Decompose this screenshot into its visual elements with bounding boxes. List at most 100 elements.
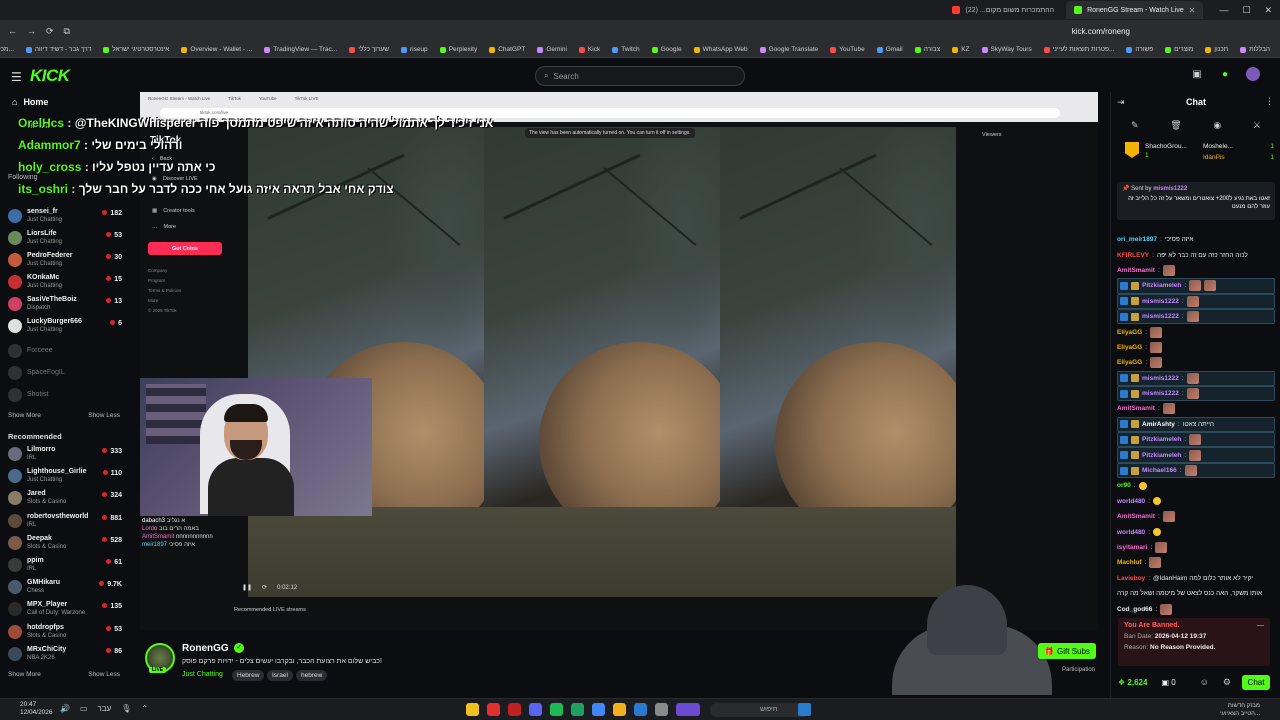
chat-username[interactable]: isyitamari bbox=[1117, 544, 1147, 551]
taskbar-search[interactable]: חיפוש bbox=[710, 703, 810, 717]
minimize-notice-icon[interactable]: — bbox=[1257, 622, 1264, 629]
chat-menu-icon[interactable]: ⋮ bbox=[1265, 96, 1274, 107]
bookmark-item[interactable]: KZ bbox=[952, 46, 970, 53]
sidebar-channel[interactable]: SasiVeTheBoiz Dispatch 13 bbox=[8, 295, 122, 315]
chat-username[interactable]: EliyaGG bbox=[1117, 359, 1142, 366]
back-icon[interactable]: ← bbox=[8, 26, 17, 36]
sidebar-channel-offline[interactable]: Shotist bbox=[8, 386, 122, 406]
chat-send-button[interactable]: Chat bbox=[1242, 675, 1270, 690]
bookmark-item[interactable]: Overview - Wallet - ... bbox=[181, 46, 252, 53]
chat-username[interactable]: world480 bbox=[1117, 529, 1145, 536]
pin-icon[interactable]: ✎ bbox=[1131, 120, 1139, 131]
app-icon[interactable] bbox=[676, 703, 700, 716]
chat-username[interactable]: Cod_god66 bbox=[1117, 606, 1152, 613]
show-more-button[interactable]: Show More bbox=[8, 412, 41, 419]
chat-username[interactable]: mismis1222 bbox=[1142, 375, 1179, 382]
sidebar-recommended-channel[interactable]: GMHikaru Chess 9.7K bbox=[8, 578, 122, 598]
stream-player[interactable]: RonenGG Stream - Watch Live TikTok YouTu… bbox=[140, 92, 1098, 630]
bookmark-item[interactable]: פטרות תוצאות לעייני... bbox=[1043, 46, 1114, 53]
browser-tab-active[interactable]: RonenGG Stream - Watch Live ✕ bbox=[1066, 1, 1204, 19]
url-field[interactable]: kick.com/roneng bbox=[1072, 27, 1130, 36]
bookmark-item[interactable]: riseup bbox=[400, 46, 428, 53]
chat-username[interactable]: EliyaGG bbox=[1117, 344, 1142, 351]
bookmark-item[interactable]: תכנון bbox=[1205, 46, 1228, 53]
streamer-name[interactable]: RonenGG bbox=[182, 643, 229, 654]
comment-icon[interactable]: ◉ bbox=[1213, 120, 1221, 131]
chat-username[interactable]: Lavieboy bbox=[1117, 575, 1145, 582]
sidebar-recommended-channel[interactable]: hotdropfps Slots & Casino 53 bbox=[8, 623, 122, 643]
bookmark-item[interactable]: WhatsApp Web bbox=[693, 46, 748, 53]
gift-subs-button[interactable]: 🎁 Gift Subs bbox=[1038, 643, 1096, 659]
category-link[interactable]: Just Chatting bbox=[182, 671, 223, 678]
bookmark-item[interactable]: דרך גבר - דשיד דיווה bbox=[25, 46, 91, 53]
collapse-chat-icon[interactable]: ⇥ bbox=[1117, 97, 1125, 108]
app-icon[interactable] bbox=[571, 703, 584, 716]
sidebar-channel-offline[interactable]: Forceee bbox=[8, 342, 122, 362]
discord-icon[interactable] bbox=[529, 703, 542, 716]
app-icon[interactable] bbox=[508, 703, 521, 716]
bookmark-item[interactable]: SkyWay Tours bbox=[981, 46, 1032, 53]
bookmark-item[interactable]: Twitch bbox=[612, 46, 640, 53]
search-input[interactable]: ⌕ Search bbox=[535, 66, 745, 86]
chat-username[interactable]: EliyaGG bbox=[1117, 329, 1142, 336]
inbox-icon[interactable]: ▣ bbox=[1190, 67, 1204, 81]
bookmark-item[interactable]: שערוך כללי bbox=[349, 46, 389, 53]
reload-icon[interactable]: ⟳ bbox=[46, 26, 54, 37]
app-icon[interactable] bbox=[655, 703, 668, 716]
chat-username[interactable]: mismis1222 bbox=[1142, 390, 1179, 397]
bookmark-item[interactable]: הבללות bbox=[1240, 46, 1270, 53]
chrome-icon[interactable] bbox=[592, 703, 605, 716]
chat-username[interactable]: AmitSmamit bbox=[1117, 405, 1155, 412]
show-less-button[interactable]: Show Less bbox=[88, 671, 120, 678]
app-icon[interactable] bbox=[634, 703, 647, 716]
bookmark-item[interactable]: Google Translate bbox=[759, 46, 818, 53]
bookmark-item[interactable]: צבורה bbox=[914, 46, 940, 53]
bookmark-item[interactable]: YouTube bbox=[830, 46, 865, 53]
chat-username[interactable]: mismis1222 bbox=[1142, 298, 1179, 305]
emote-picker-icon[interactable]: ☺ bbox=[1200, 677, 1209, 687]
sidebar-recommended-channel[interactable]: MRxChiCity NBA 2K26 86 bbox=[8, 645, 122, 665]
forward-icon[interactable]: → bbox=[27, 26, 36, 36]
avatar[interactable] bbox=[1246, 67, 1260, 81]
tag-hebrew-lower[interactable]: hebrew bbox=[296, 670, 328, 681]
sidebar-recommended-channel[interactable]: Lilmorro IRL 333 bbox=[8, 445, 122, 465]
sidebar-channel[interactable]: LiorsLife Just Chatting 53 bbox=[8, 229, 122, 249]
mic-icon[interactable]: 🎙 bbox=[121, 704, 131, 713]
network-icon[interactable]: ▭ bbox=[80, 704, 88, 713]
chat-username[interactable]: AmitSmamit bbox=[1117, 513, 1155, 520]
tag-israel[interactable]: Israel bbox=[267, 670, 293, 681]
bookmark-item[interactable]: פשורה bbox=[1126, 46, 1153, 53]
kick-coin-icon[interactable]: ● bbox=[1218, 67, 1232, 81]
bookmark-item[interactable]: Perplexity bbox=[439, 46, 477, 53]
language-indicator[interactable]: עבר bbox=[98, 704, 112, 713]
bookmark-item[interactable]: ChatGPT bbox=[489, 46, 525, 53]
minimize-icon[interactable]: — bbox=[1219, 5, 1228, 16]
sidebar-recommended-channel[interactable]: MPX_Player Call of Duty: Warzone 135 bbox=[8, 600, 122, 620]
sidebar-recommended-channel[interactable]: Lighthouse_Girlie Just Chatting 110 bbox=[8, 467, 122, 487]
trash-icon[interactable]: 🗑 bbox=[1170, 120, 1181, 131]
windows-start-icon[interactable] bbox=[798, 703, 811, 716]
sidebar-recommended-channel[interactable]: ppim IRL 61 bbox=[8, 556, 122, 576]
sidebar-recommended-channel[interactable]: robertovstheworld IRL 881 bbox=[8, 512, 122, 532]
chat-username[interactable]: AmirAshty bbox=[1142, 421, 1175, 428]
chat-username[interactable]: Machluf bbox=[1117, 559, 1142, 566]
chat-username[interactable]: KFIRLEVY bbox=[1117, 252, 1149, 259]
system-clock[interactable]: 20:47 12/04/2026 bbox=[20, 701, 53, 717]
chat-username[interactable]: Pitzkiameleh bbox=[1142, 436, 1181, 443]
folder-icon[interactable] bbox=[613, 703, 626, 716]
kick-logo[interactable]: KICK bbox=[30, 66, 70, 86]
chat-username[interactable]: AmitSmamit bbox=[1117, 267, 1155, 274]
sidebar-item-home[interactable]: ⌂ Home bbox=[12, 97, 48, 107]
chat-username[interactable]: or90 bbox=[1117, 482, 1131, 489]
speaker-icon[interactable]: 🔊 bbox=[60, 704, 70, 713]
show-less-button[interactable]: Show Less bbox=[88, 412, 120, 419]
browser-tab-inactive[interactable]: ההתמכרות משום מקום... (22) bbox=[944, 1, 1062, 19]
bookmark-item[interactable]: Gmail bbox=[876, 46, 903, 53]
tag-hebrew[interactable]: Hebrew bbox=[232, 670, 265, 681]
sidebar-recommended-channel[interactable]: Jared Slots & Casino 324 bbox=[8, 489, 122, 509]
bookmark-item[interactable]: Kick bbox=[578, 46, 600, 53]
extensions-icon[interactable]: ⧉ bbox=[64, 26, 70, 37]
sidebar-channel[interactable]: PedroFederer Just Chatting 30 bbox=[8, 251, 122, 271]
chat-username[interactable]: mismis1222 bbox=[1142, 313, 1179, 320]
bookmark-item[interactable]: Gemini bbox=[537, 46, 567, 53]
